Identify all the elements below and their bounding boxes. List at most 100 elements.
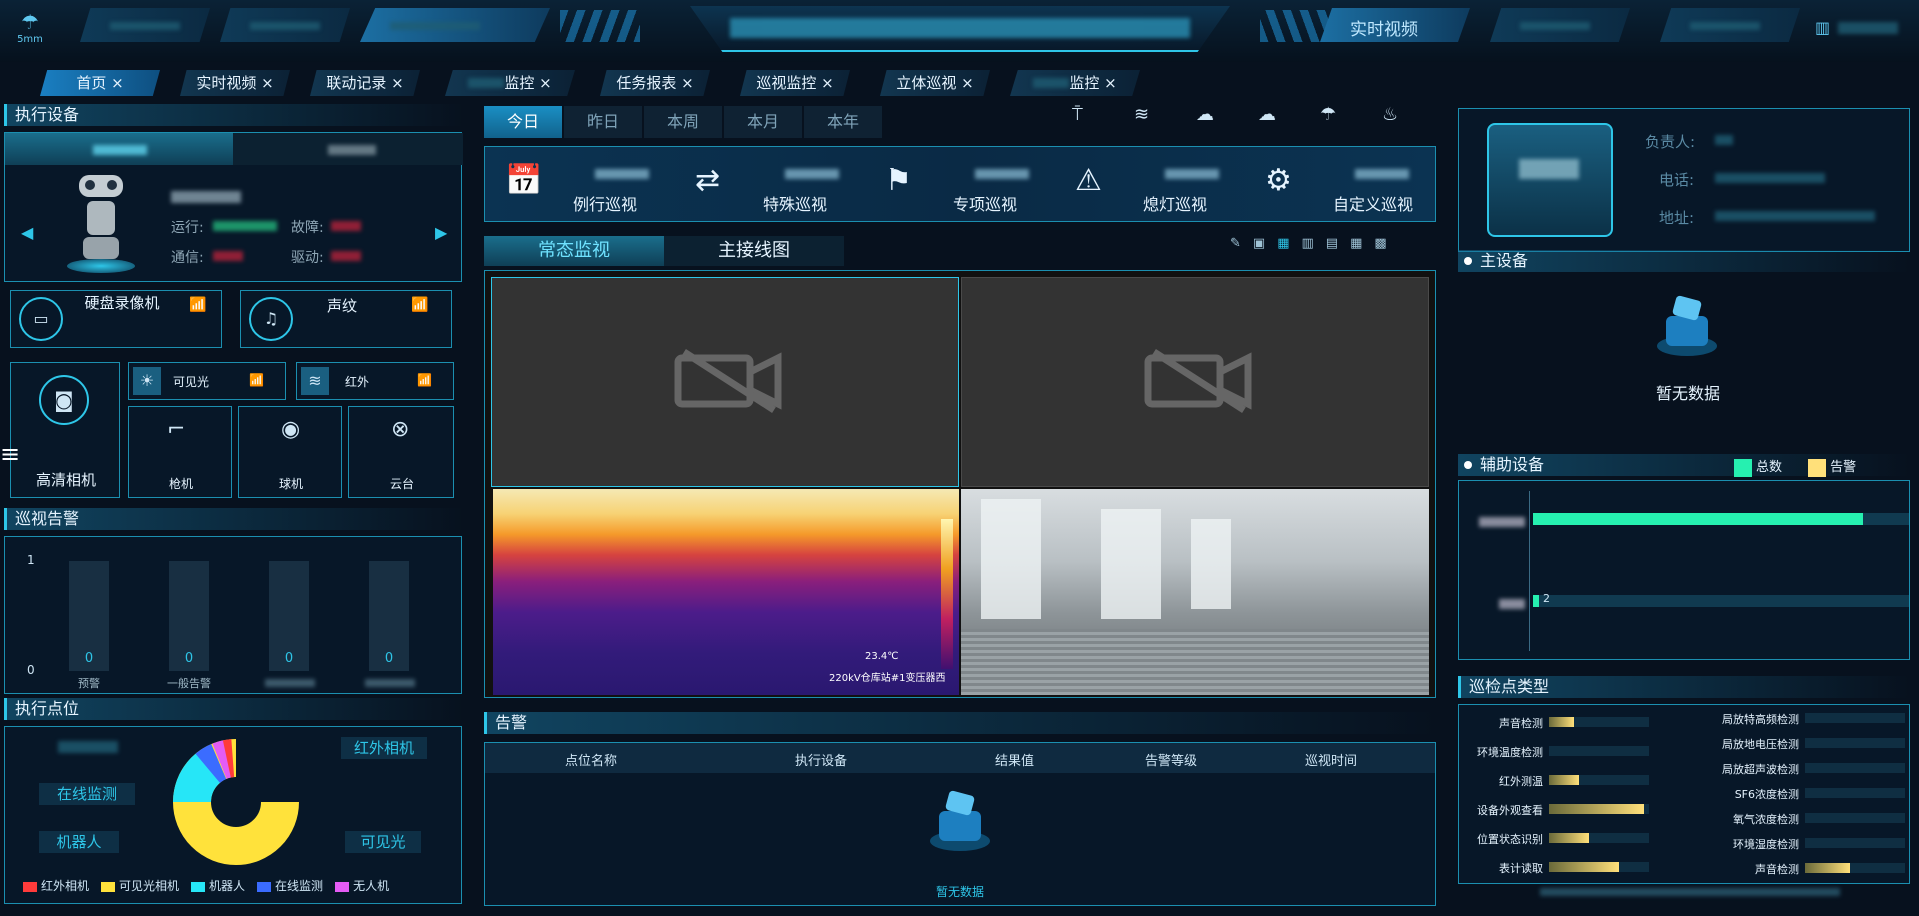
edit-icon[interactable]: ✎ bbox=[1230, 236, 1253, 251]
point-type-right-3: SF6浓度检测 bbox=[1734, 788, 1799, 801]
robot-tab-1[interactable] bbox=[5, 133, 233, 165]
hd-camera-label: 高清相机 bbox=[35, 471, 96, 489]
video-grid: 23.4℃ 220kV仓库站#1变压器西 bbox=[484, 270, 1436, 698]
layout-6-icon[interactable]: ▥ bbox=[1302, 236, 1326, 251]
infrared-icon: ≋ bbox=[301, 367, 329, 395]
layout-9-icon[interactable]: ▦ bbox=[1350, 236, 1374, 251]
alarm-table: 点位名称 执行设备 结果值 告警等级 巡视时间 暂无数据 bbox=[484, 742, 1436, 906]
owner-label: 负责人: bbox=[1645, 133, 1696, 151]
thermal-video-tile[interactable]: 23.4℃ 220kV仓库站#1变压器西 bbox=[493, 489, 959, 695]
alarm-title: 告警 bbox=[484, 712, 1436, 734]
prev-arrow-icon[interactable]: ◀ bbox=[21, 223, 33, 242]
sun-icon: ☀ bbox=[133, 367, 161, 395]
tab-home[interactable]: 首页 × bbox=[40, 70, 160, 96]
alarm-bar-value-2: 0 bbox=[284, 651, 294, 666]
visible-label: 可见光 bbox=[173, 375, 210, 389]
camera-off-icon bbox=[674, 349, 782, 413]
voiceprint-label: 声纹 bbox=[327, 297, 358, 315]
lights-off-patrol-button[interactable]: 熄灯巡视 bbox=[1143, 191, 1207, 215]
point-type-right-0: 局放特高频检测 bbox=[1722, 713, 1799, 726]
video-tile-2[interactable] bbox=[961, 277, 1429, 487]
point-type-title: 巡检点类型 bbox=[1458, 676, 1910, 698]
period-tab-2[interactable]: 本周 bbox=[644, 106, 722, 138]
patrol-alarm-title: 巡视告警 bbox=[4, 508, 464, 530]
patrol-alarm-chart: 1 0 0 预警 0 一般告警 0 0 bbox=[4, 536, 462, 694]
point-type-left-2: 红外测温 bbox=[1499, 775, 1543, 788]
layout-1-icon[interactable]: ▣ bbox=[1253, 236, 1277, 251]
temperature-icon: ♨ bbox=[1382, 104, 1399, 125]
special-patrol-button[interactable]: 特殊巡视 bbox=[763, 191, 827, 215]
office-video-tile[interactable] bbox=[961, 489, 1429, 695]
alarm-empty-text: 暂无数据 bbox=[935, 885, 984, 899]
visible-light-card[interactable]: ☀ 可见光 📶 bbox=[128, 362, 286, 400]
header-decoration bbox=[560, 10, 640, 42]
tab-linkage-record[interactable]: 联动记录 × bbox=[310, 70, 420, 96]
nav-left-1[interactable] bbox=[80, 8, 210, 42]
alarm-col-header-3: 告警等级 bbox=[1145, 754, 1198, 769]
robot-image bbox=[65, 175, 137, 275]
empty-data-icon bbox=[930, 790, 990, 851]
layout-8-icon[interactable]: ▤ bbox=[1326, 236, 1350, 251]
exec-device-title: 执行设备 bbox=[4, 104, 464, 126]
tab-3d-patrol[interactable]: 立体巡视 × bbox=[880, 70, 990, 96]
robot-tab-2[interactable] bbox=[233, 133, 463, 165]
tab-monitor-1[interactable]: 监控 × bbox=[445, 70, 575, 96]
camera-icon: ◙ bbox=[39, 375, 89, 425]
ball-camera-card[interactable]: ◉ 球机 bbox=[238, 406, 342, 498]
period-tab-3[interactable]: 本月 bbox=[724, 106, 802, 138]
humidity-icon: ☁ bbox=[1258, 104, 1276, 125]
nav-realtime-video[interactable]: 实时视频 bbox=[1320, 8, 1470, 42]
project-patrol-button[interactable]: 专项巡视 bbox=[953, 191, 1017, 215]
alarm-table-header: 点位名称 执行设备 结果值 告警等级 巡视时间 bbox=[485, 743, 1435, 773]
comm-label: 通信: bbox=[171, 250, 204, 266]
tab-patrol-monitor[interactable]: 巡视监控 × bbox=[740, 70, 850, 96]
nav-realtime-video-label: 实时视频 bbox=[1350, 20, 1418, 40]
point-type-right-bar-6 bbox=[1805, 863, 1850, 873]
video-tile-1[interactable] bbox=[491, 277, 959, 487]
tab-wiring-diagram[interactable]: 主接线图 bbox=[664, 236, 844, 266]
thermal-scale bbox=[941, 519, 953, 669]
ptz-card[interactable]: ⊗ 云台 bbox=[348, 406, 454, 498]
point-type-left-0: 声音检测 bbox=[1499, 717, 1543, 730]
period-tab-1[interactable]: 昨日 bbox=[564, 106, 642, 138]
snow-cloud-icon: ☁ bbox=[1196, 104, 1214, 125]
hd-camera-card[interactable]: ◙ 高清相机 bbox=[10, 362, 120, 498]
chart-menu-icon[interactable]: ▥ bbox=[1815, 18, 1830, 37]
infrared-card[interactable]: ≋ 红外 📶 bbox=[296, 362, 454, 400]
tab-normal-monitor[interactable]: 常态监视 bbox=[484, 236, 664, 266]
menu-toggle-icon[interactable]: ≡ bbox=[0, 440, 20, 468]
wifi-off-icon: 📶 bbox=[411, 297, 429, 313]
nav-left-3[interactable] bbox=[360, 8, 550, 42]
layout-16-icon[interactable]: ▩ bbox=[1374, 236, 1398, 251]
tab-task-report[interactable]: 任务报表 × bbox=[600, 70, 710, 96]
nav-right-3[interactable] bbox=[1660, 8, 1800, 42]
dome-camera-icon: ◉ bbox=[281, 417, 301, 442]
hdd-recorder-card[interactable]: ▭ 硬盘录像机 📶 bbox=[10, 290, 222, 348]
lights-off-patrol-icon: ⚠ bbox=[1075, 163, 1102, 198]
tab-monitor-2[interactable]: 监控 × bbox=[1010, 70, 1140, 96]
point-type-left-bar-3 bbox=[1549, 804, 1644, 814]
nav-right-2[interactable] bbox=[1490, 8, 1630, 42]
hdd-label: 硬盘录像机 bbox=[84, 294, 160, 312]
wifi-off-icon: 📶 bbox=[417, 373, 432, 387]
layout-4-icon[interactable]: ▦ bbox=[1277, 236, 1301, 251]
period-tab-0[interactable]: 今日 bbox=[484, 106, 562, 138]
period-tab-4[interactable]: 本年 bbox=[804, 106, 882, 138]
alarm-bar-value-0: 0 bbox=[84, 651, 94, 666]
donut-label-robot: 机器人 bbox=[39, 831, 119, 853]
gun-label: 枪机 bbox=[168, 477, 193, 491]
wind-tower-icon: ⍑ bbox=[1072, 104, 1083, 125]
aux-bar-2-value: 2 bbox=[1543, 592, 1550, 605]
point-donut-chart bbox=[173, 739, 299, 865]
phone-label: 电话: bbox=[1659, 171, 1695, 189]
layout-toolbar[interactable]: ✎▣▦▥▤▦▩ bbox=[1230, 236, 1436, 256]
tab-realtime-video[interactable]: 实时视频 × bbox=[180, 70, 290, 96]
custom-patrol-button[interactable]: 自定义巡视 bbox=[1333, 191, 1413, 215]
next-arrow-icon[interactable]: ▶ bbox=[435, 223, 447, 242]
infrared-label: 红外 bbox=[345, 375, 370, 389]
routine-patrol-button[interactable]: 例行巡视 bbox=[573, 191, 637, 215]
point-type-left-4: 位置状态识别 bbox=[1477, 833, 1543, 846]
gun-camera-card[interactable]: ⌐ 枪机 bbox=[128, 406, 232, 498]
voiceprint-card[interactable]: ♫ 声纹 📶 bbox=[240, 290, 452, 348]
nav-left-2[interactable] bbox=[220, 8, 350, 42]
